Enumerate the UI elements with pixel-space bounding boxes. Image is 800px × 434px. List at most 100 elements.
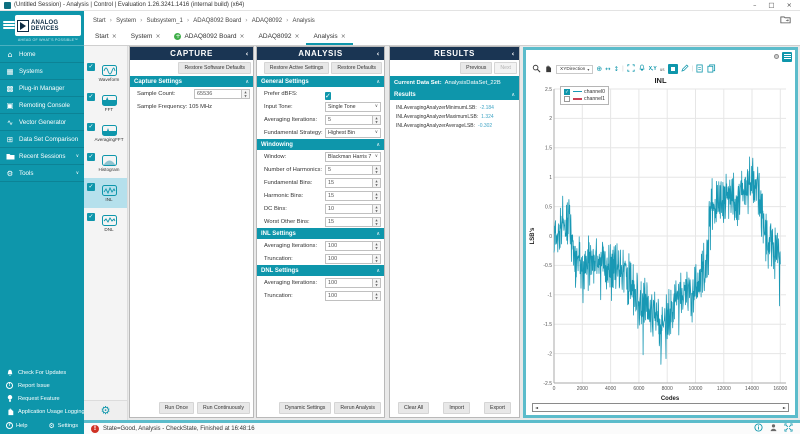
spinner[interactable]: ▲▼ — [373, 191, 381, 201]
breadcrumb-item[interactable]: Start — [93, 18, 106, 24]
collapse-section-icon[interactable]: ∧ — [245, 79, 249, 85]
checkbox-checked-icon[interactable]: ✓ — [87, 93, 95, 101]
info-icon[interactable] — [754, 423, 763, 434]
collapse-panel-icon[interactable]: ‹ — [512, 50, 516, 58]
vertical-scale-icon[interactable]: ↕ — [614, 65, 619, 73]
settings-button[interactable]: ⚙ Settings — [49, 422, 79, 430]
sidebar-item-vector-generator[interactable]: ∿ Vector Generator — [0, 114, 84, 131]
fit-to-view-icon[interactable] — [627, 64, 635, 74]
dnl-settings-section[interactable]: DNL Settings ∧ — [257, 265, 384, 276]
move-plot-icon[interactable]: ⊕ — [596, 65, 602, 73]
inl-averaging-iterations-input[interactable] — [325, 241, 373, 251]
scroll-left-icon[interactable]: ◄ — [535, 405, 538, 410]
close-icon[interactable]: × — [155, 33, 160, 40]
spinner[interactable]: ▲▼ — [373, 204, 381, 214]
pan-hand-icon[interactable] — [544, 64, 553, 75]
close-icon[interactable]: × — [294, 33, 299, 40]
checkbox-checked-icon[interactable]: ✓ — [87, 123, 95, 131]
window-select[interactable]: Blackman Harris 7 ∨ — [325, 152, 381, 162]
sidebar-item-systems[interactable]: ▦ Systems — [0, 63, 84, 80]
inl-truncation-input[interactable] — [325, 254, 373, 264]
averaging-iterations-input[interactable] — [325, 115, 373, 125]
pin-icon[interactable] — [774, 54, 779, 59]
run-once-button[interactable]: Run Once — [159, 402, 194, 414]
close-icon[interactable]: × — [112, 33, 117, 40]
spinner[interactable]: ▲▼ — [373, 115, 381, 125]
zoom-icon[interactable] — [532, 64, 541, 75]
restore-active-settings-button[interactable]: Restore Active Settings — [264, 62, 330, 74]
checkbox-checked-icon[interactable]: ✓ — [87, 153, 95, 161]
breadcrumb-item[interactable]: ADAQ8092 Board — [193, 18, 241, 24]
results-section[interactable]: Results ∧ — [390, 89, 519, 100]
checkbox-checked-icon[interactable]: ✓ — [87, 213, 95, 221]
collapse-panel-icon[interactable]: ‹ — [377, 50, 381, 58]
import-button[interactable]: Import — [443, 402, 470, 414]
user-icon[interactable] — [769, 423, 778, 434]
tab-adaq8092[interactable]: ADAQ8092 × — [252, 30, 307, 45]
windowing-section[interactable]: Windowing ∧ — [257, 139, 384, 150]
prefer-dbfs-checkbox[interactable]: ✓ — [325, 92, 331, 100]
minimize-button[interactable]: – — [753, 1, 756, 9]
spinner[interactable]: ▲▼ — [373, 165, 381, 175]
plot-area[interactable]: 0200040006000800010000120001400016000-2.… — [528, 85, 793, 402]
sidebar-item-tools[interactable]: ⚙ Tools ∨ — [0, 165, 84, 182]
checkbox-checked-icon[interactable]: ✓ — [564, 89, 570, 95]
spinner[interactable]: ▲▼ — [373, 254, 381, 264]
restore-software-defaults-button[interactable]: Restore Software Defaults — [178, 62, 251, 74]
spinner[interactable]: ▲▼ — [373, 278, 381, 288]
breadcrumb-item[interactable]: ADAQ8092 — [252, 18, 282, 24]
collapse-section-icon[interactable]: ∧ — [376, 231, 380, 237]
legend-item-channel1[interactable]: channel1 — [564, 96, 605, 102]
chart-type-button[interactable] — [668, 64, 678, 74]
tab-start[interactable]: Start × — [88, 30, 124, 45]
run-continuously-button[interactable]: Run Continuously — [197, 402, 250, 414]
tab-system[interactable]: System × — [124, 30, 168, 45]
clear-all-button[interactable]: Clear All — [398, 402, 429, 414]
spinner[interactable]: ▲▼ — [373, 241, 381, 251]
breadcrumb-item[interactable]: Subsystem_1 — [147, 18, 183, 24]
chart-menu-icon[interactable] — [782, 52, 792, 62]
spinner[interactable]: ▲▼ — [242, 89, 250, 99]
alarm-bell-icon[interactable] — [638, 64, 646, 74]
check-for-updates-button[interactable]: Check For Updates — [0, 366, 84, 379]
scroll-right-icon[interactable]: ► — [783, 405, 786, 410]
spinner[interactable]: ▲▼ — [373, 217, 381, 227]
close-button[interactable]: × — [787, 1, 792, 9]
spinner[interactable]: ▲▼ — [373, 291, 381, 301]
harmonic-bins-input[interactable] — [325, 191, 373, 201]
horizontal-scale-icon[interactable]: ↔ — [605, 65, 610, 73]
dnl-averaging-iterations-input[interactable] — [325, 278, 373, 288]
collapse-panel-icon[interactable]: ‹ — [246, 50, 250, 58]
collapse-section-icon[interactable]: ∧ — [511, 92, 515, 98]
report-issue-button[interactable]: ! Report Issue — [0, 379, 84, 392]
previous-button[interactable]: Previous — [460, 62, 492, 74]
sidebar-item-remoting-console[interactable]: ▣ Remoting Console — [0, 97, 84, 114]
sidebar-item-home[interactable]: ⌂ Home — [0, 46, 84, 63]
close-icon[interactable]: × — [341, 33, 346, 40]
spinner[interactable]: ▲▼ — [373, 178, 381, 188]
sidebar-item-recent-sessions[interactable]: Recent Sessions ∨ — [0, 148, 84, 165]
copy-chart-icon[interactable] — [707, 64, 716, 75]
dnl-truncation-input[interactable] — [325, 291, 373, 301]
next-button[interactable]: Next — [494, 62, 517, 74]
collapse-section-icon[interactable]: ∧ — [376, 142, 380, 148]
checkbox-checked-icon[interactable]: ✓ — [87, 183, 95, 191]
xy-direction-select[interactable]: XYDirection ▾ — [556, 65, 593, 74]
restore-defaults-button[interactable]: Restore Defaults — [331, 62, 382, 74]
rerun-analysis-button[interactable]: Rerun Analysis — [334, 402, 381, 414]
tool-item-averagingfft[interactable]: ✓ AveragingFFT — [84, 118, 127, 148]
xy-coordinates-toggle[interactable]: X,Y — [649, 66, 657, 72]
dc-bins-input[interactable] — [325, 204, 373, 214]
worst-other-bins-input[interactable] — [325, 217, 373, 227]
tool-item-dnl[interactable]: ✓ DNL — [84, 208, 127, 238]
capture-settings-section[interactable]: Capture Settings ∧ — [130, 76, 253, 87]
input-tone-select[interactable]: Single Tone ∨ — [325, 102, 381, 112]
tool-settings-gear-icon[interactable]: ⚙ — [84, 400, 127, 420]
tool-item-waveform[interactable]: ✓ Waveform — [84, 58, 127, 88]
checkbox-unchecked-icon[interactable] — [564, 96, 570, 102]
fundamental-strategy-select[interactable]: Highest Bin ∨ — [325, 128, 381, 138]
sidebar-item-data-set-comparison[interactable]: ⊞ Data Set Comparison — [0, 131, 84, 148]
tool-item-inl[interactable]: ✓ INL — [84, 178, 127, 208]
breadcrumb-item[interactable]: Analysis — [292, 18, 314, 24]
menu-hamburger-icon[interactable] — [3, 15, 15, 36]
